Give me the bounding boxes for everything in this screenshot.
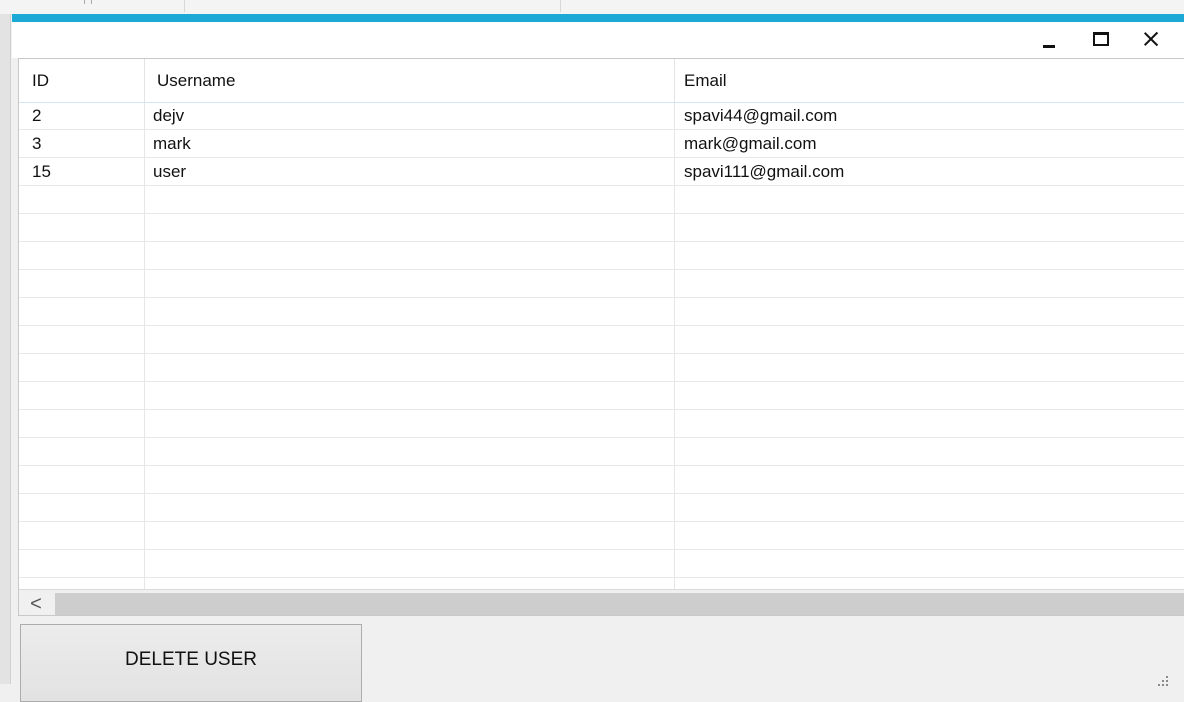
background-window-edge bbox=[0, 14, 11, 684]
table-row[interactable]: 3 mark mark@gmail.com bbox=[19, 130, 1184, 158]
empty-row bbox=[19, 438, 1184, 466]
column-header-id[interactable]: ID bbox=[19, 59, 144, 102]
background-window-marker bbox=[84, 0, 92, 4]
empty-row bbox=[19, 522, 1184, 550]
empty-row bbox=[19, 298, 1184, 326]
empty-row bbox=[19, 326, 1184, 354]
cell-id[interactable]: 3 bbox=[19, 130, 144, 157]
empty-row bbox=[19, 410, 1184, 438]
close-icon bbox=[1143, 31, 1159, 47]
cell-id[interactable]: 15 bbox=[19, 158, 144, 185]
resize-grip-icon[interactable] bbox=[1155, 673, 1169, 687]
background-window-divider bbox=[184, 0, 185, 12]
empty-row bbox=[19, 270, 1184, 298]
scroll-left-button[interactable]: < bbox=[19, 590, 53, 615]
horizontal-scrollbar[interactable]: < bbox=[19, 589, 1184, 615]
cell-username[interactable]: mark bbox=[144, 130, 674, 157]
empty-row bbox=[19, 354, 1184, 382]
empty-row bbox=[19, 214, 1184, 242]
minimize-icon bbox=[1043, 44, 1055, 48]
column-header-email[interactable]: Email bbox=[674, 59, 1184, 102]
background-window-strip bbox=[0, 0, 1184, 15]
empty-row bbox=[19, 494, 1184, 522]
table-row[interactable]: 15 user spavi111@gmail.com bbox=[19, 158, 1184, 186]
empty-row bbox=[19, 382, 1184, 410]
cell-email[interactable]: spavi111@gmail.com bbox=[674, 158, 1184, 185]
empty-row bbox=[19, 550, 1184, 578]
cell-id[interactable]: 2 bbox=[19, 102, 144, 129]
scrollbar-thumb[interactable] bbox=[55, 593, 1184, 615]
grid-rows: 2 dejv spavi44@gmail.com 3 mark mark@gma… bbox=[19, 102, 1184, 605]
close-button[interactable] bbox=[1134, 26, 1168, 52]
title-bar bbox=[12, 22, 1184, 58]
cell-username[interactable]: dejv bbox=[144, 102, 674, 129]
empty-row bbox=[19, 242, 1184, 270]
empty-row bbox=[19, 466, 1184, 494]
maximize-icon bbox=[1093, 32, 1109, 46]
users-grid[interactable]: ID Username Email 2 dejv spavi44@gmail.c… bbox=[18, 58, 1184, 616]
empty-row bbox=[19, 186, 1184, 214]
minimize-button[interactable] bbox=[1032, 26, 1066, 52]
users-window: ID Username Email 2 dejv spavi44@gmail.c… bbox=[12, 14, 1184, 702]
chevron-left-icon: < bbox=[30, 592, 42, 615]
column-header-username[interactable]: Username bbox=[144, 59, 674, 102]
cell-email[interactable]: spavi44@gmail.com bbox=[674, 102, 1184, 129]
background-window-divider bbox=[560, 0, 561, 12]
cell-email[interactable]: mark@gmail.com bbox=[674, 130, 1184, 157]
delete-user-button[interactable]: DELETE USER bbox=[20, 624, 362, 702]
cell-username[interactable]: user bbox=[144, 158, 674, 185]
grid-header: ID Username Email bbox=[19, 59, 1184, 103]
maximize-button[interactable] bbox=[1084, 26, 1118, 52]
table-row[interactable]: 2 dejv spavi44@gmail.com bbox=[19, 102, 1184, 130]
